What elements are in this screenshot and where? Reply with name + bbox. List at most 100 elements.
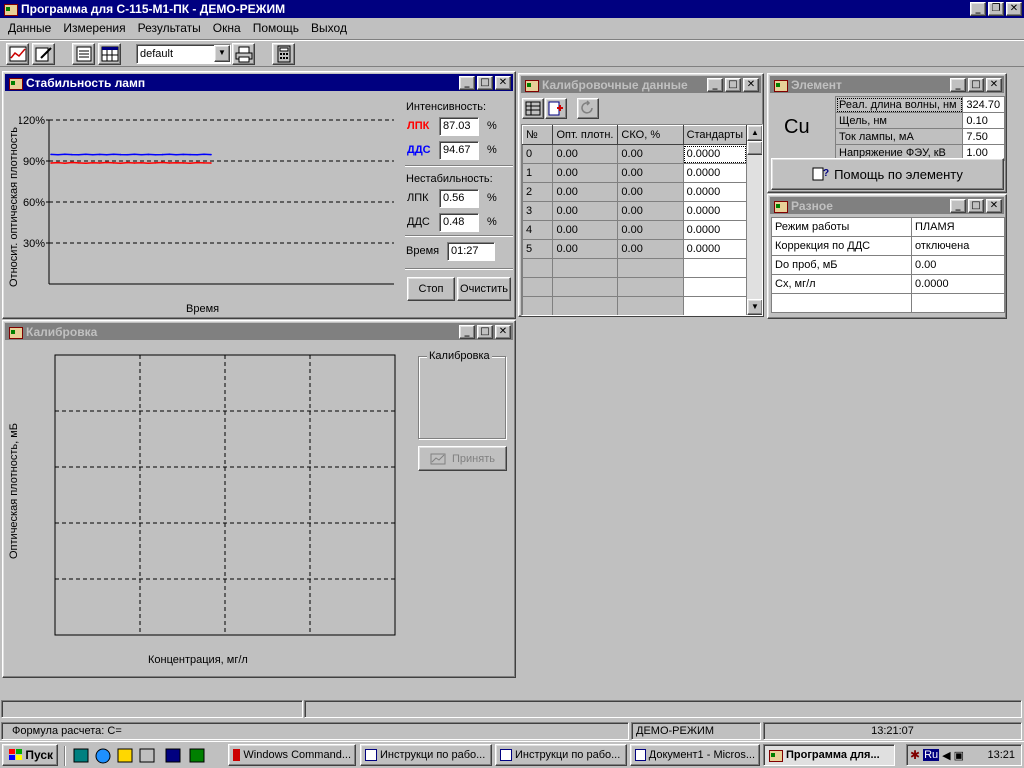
table-row-empty[interactable] <box>522 258 748 278</box>
table-cell[interactable] <box>522 258 554 278</box>
stop-button[interactable]: Стоп <box>407 277 455 301</box>
table-cell[interactable] <box>617 258 684 278</box>
table-cell[interactable]: 0.00 <box>552 182 619 202</box>
form-tool[interactable] <box>72 43 95 65</box>
task-document1[interactable]: Документ1 - Micros... <box>630 744 760 766</box>
close-button[interactable]: ✕ <box>986 77 1002 92</box>
time-field[interactable]: 01:27 <box>447 242 495 261</box>
table-cell[interactable]: 0.00 <box>552 144 619 164</box>
menu-exit[interactable]: Выход <box>305 21 353 35</box>
caldata-title-bar[interactable]: Калибровочные данные _ □ ✕ <box>521 76 761 93</box>
table-cell[interactable]: 0.0000 <box>682 182 748 202</box>
table-cell[interactable]: 0.00 <box>617 201 684 221</box>
minimize-button[interactable]: _ <box>459 75 475 90</box>
table-cell[interactable] <box>552 277 619 297</box>
table-cell[interactable]: 0.0000 <box>682 144 748 164</box>
minimize-button[interactable]: _ <box>970 2 986 16</box>
element-help-button[interactable]: ? Помощь по элементу <box>771 158 1004 190</box>
maximize-button[interactable]: □ <box>725 77 741 92</box>
table-cell[interactable]: 0 <box>522 144 554 164</box>
table-cell[interactable]: 1 <box>522 163 554 183</box>
maximize-button[interactable]: □ <box>968 198 984 213</box>
maximize-button[interactable]: □ <box>477 75 493 90</box>
table-cell[interactable]: 0.00 <box>617 239 684 259</box>
table-cell[interactable]: 5 <box>522 239 554 259</box>
dds-instability-field[interactable]: 0.48 <box>439 213 479 232</box>
table-cell[interactable] <box>617 277 684 297</box>
add-row-button[interactable] <box>545 98 567 119</box>
col-standards[interactable]: Стандарты <box>682 125 748 145</box>
table-cell[interactable] <box>682 258 748 278</box>
element-title-bar[interactable]: Элемент _ □ ✕ <box>770 76 1004 93</box>
scroll-down-icon[interactable]: ▼ <box>747 299 762 315</box>
menu-help[interactable]: Помощь <box>247 21 305 35</box>
refresh-button[interactable] <box>577 98 599 119</box>
table-cell[interactable]: 0.00 <box>617 163 684 183</box>
minimize-button[interactable]: _ <box>950 77 966 92</box>
quick-launch[interactable] <box>72 747 222 765</box>
table-cell[interactable] <box>682 277 748 297</box>
edit-tool[interactable] <box>32 43 55 65</box>
element-prop-value[interactable]: 324.70 <box>962 96 1005 113</box>
col-number[interactable]: № <box>522 125 554 145</box>
table-cell[interactable]: 0.00 <box>552 239 619 259</box>
spider-icon[interactable]: ✱ <box>910 748 920 762</box>
table-cell[interactable]: 0.00 <box>617 144 684 164</box>
print-tool[interactable] <box>232 43 255 65</box>
clear-button[interactable]: Очистить <box>457 277 511 301</box>
element-prop-value[interactable]: 0.10 <box>962 112 1005 129</box>
network-icon[interactable]: ▣ <box>954 749 964 762</box>
calculator-tool[interactable] <box>272 43 295 65</box>
volume-icon[interactable]: ◀ <box>942 749 950 762</box>
table-cell[interactable] <box>617 296 684 315</box>
table-row[interactable]: 1 0.00 0.00 0.0000 <box>522 163 748 183</box>
misc-value[interactable]: ПЛАМЯ <box>911 217 1005 237</box>
table-cell[interactable]: 0.0000 <box>682 201 748 221</box>
menu-measurements[interactable]: Измерения <box>57 21 131 35</box>
method-select[interactable]: default ▼ <box>136 44 231 64</box>
close-button[interactable]: ✕ <box>1006 2 1022 16</box>
calibration-title-bar[interactable]: Калибровка _ □ ✕ <box>5 323 513 340</box>
caldata-scrollbar[interactable]: ▲ ▼ <box>747 125 762 315</box>
accept-button[interactable]: Принять <box>418 446 507 471</box>
table-cell[interactable]: 3 <box>522 201 554 221</box>
table-cell[interactable]: 0.00 <box>617 182 684 202</box>
table-cell[interactable]: 0.00 <box>552 220 619 240</box>
minimize-button[interactable]: _ <box>459 324 475 339</box>
table-tool[interactable] <box>98 43 121 65</box>
task-instruction-2[interactable]: Инструкци по рабо... <box>495 744 627 766</box>
start-button[interactable]: Пуск <box>2 744 58 766</box>
table-row[interactable]: 0 0.00 0.00 0.0000 <box>522 144 748 164</box>
close-button[interactable]: ✕ <box>495 75 511 90</box>
table-cell[interactable] <box>552 258 619 278</box>
col-optical-density[interactable]: Опт. плотн. <box>552 125 619 145</box>
table-cell[interactable]: 2 <box>522 182 554 202</box>
menu-data[interactable]: Данные <box>2 21 57 35</box>
stability-title-bar[interactable]: Стабильность ламп _ □ ✕ <box>5 74 513 91</box>
table-row[interactable]: 5 0.00 0.00 0.0000 <box>522 239 748 259</box>
misc-value[interactable]: отключена <box>911 236 1005 256</box>
menu-results[interactable]: Результаты <box>132 21 207 35</box>
language-indicator[interactable]: Ru <box>923 749 940 761</box>
scroll-thumb[interactable] <box>747 141 762 155</box>
minimize-button[interactable]: _ <box>950 198 966 213</box>
scroll-up-icon[interactable]: ▲ <box>747 125 762 141</box>
table-row-empty[interactable] <box>522 277 748 297</box>
element-prop-value[interactable]: 7.50 <box>962 128 1005 145</box>
table-cell[interactable]: 0.0000 <box>682 163 748 183</box>
restore-button[interactable]: ❐ <box>988 2 1004 16</box>
task-instruction-1[interactable]: Инструкци по рабо... <box>360 744 492 766</box>
table-cell[interactable]: 4 <box>522 220 554 240</box>
misc-title-bar[interactable]: Разное _ □ ✕ <box>770 197 1004 214</box>
table-cell[interactable]: 0.00 <box>617 220 684 240</box>
table-cell[interactable]: 0.0000 <box>682 239 748 259</box>
table-cell[interactable]: 0.00 <box>552 163 619 183</box>
chevron-down-icon[interactable]: ▼ <box>214 45 230 62</box>
lpk-instability-field[interactable]: 0.56 <box>439 189 479 208</box>
table-cell[interactable] <box>522 277 554 297</box>
close-button[interactable]: ✕ <box>495 324 511 339</box>
stability-chart-tool[interactable] <box>6 43 29 65</box>
table-settings-button[interactable] <box>522 98 544 119</box>
task-windows-command[interactable]: Windows Command... <box>228 744 356 766</box>
dds-intensity-field[interactable]: 94.67 <box>439 141 479 160</box>
